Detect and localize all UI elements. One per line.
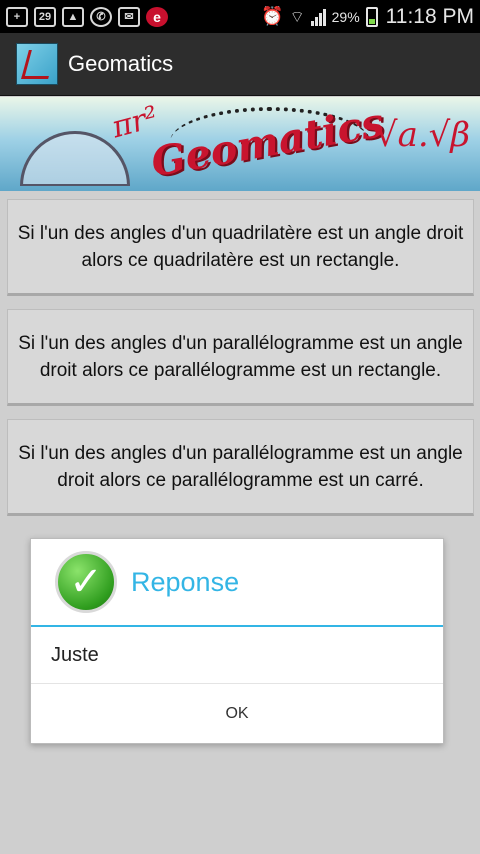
calendar-count: 29 bbox=[38, 10, 52, 23]
system-icons: ⏰ ⌔ 29% 11:18 PM bbox=[261, 5, 474, 29]
header-banner: πr² Geomatics √a.√β bbox=[0, 97, 480, 191]
answer-text: Si l'un des angles d'un parallélogramme … bbox=[18, 442, 463, 491]
battery-percent: 29% bbox=[331, 8, 360, 25]
alarm-icon: ⏰ bbox=[261, 6, 284, 27]
protractor-icon bbox=[20, 131, 130, 186]
answer-button-3[interactable]: Si l'un des angles d'un parallélogramme … bbox=[7, 419, 474, 516]
calendar-icon: 29 bbox=[34, 6, 56, 27]
e-app-icon: e bbox=[146, 6, 168, 27]
wifi-icon: ⌔ bbox=[289, 6, 305, 26]
status-bar: + 29 ▲ ✆ ✉ e ⏰ ⌔ 29% 11:18 PM bbox=[0, 0, 480, 33]
dialog-message: Juste bbox=[31, 627, 443, 684]
action-bar: Geomatics bbox=[0, 33, 480, 96]
image-icon: ▲ bbox=[62, 6, 84, 27]
notification-icons: + 29 ▲ ✆ ✉ e bbox=[6, 6, 168, 27]
app-logo-icon[interactable] bbox=[16, 43, 58, 85]
banner-formula-right: √a.√β bbox=[375, 115, 470, 155]
dialog-title: Reponse bbox=[131, 566, 240, 597]
plus-icon: + bbox=[6, 6, 28, 27]
ok-button[interactable]: OK bbox=[31, 684, 443, 743]
app-title: Geomatics bbox=[68, 51, 174, 76]
answer-button-1[interactable]: Si l'un des angles d'un quadrilatère est… bbox=[7, 199, 474, 296]
answer-button-2[interactable]: Si l'un des angles d'un parallélogramme … bbox=[7, 309, 474, 406]
battery-icon bbox=[365, 6, 378, 27]
response-dialog: ✓ Reponse Juste OK bbox=[30, 538, 444, 744]
mail-icon: ✉ bbox=[118, 6, 140, 27]
checkmark-icon: ✓ bbox=[55, 551, 117, 613]
clock: 11:18 PM bbox=[385, 4, 474, 28]
dialog-header: ✓ Reponse bbox=[31, 539, 443, 627]
whatsapp-icon: ✆ bbox=[90, 6, 112, 27]
answer-text: Si l'un des angles d'un quadrilatère est… bbox=[17, 222, 464, 271]
signal-icon bbox=[310, 8, 326, 26]
answer-text: Si l'un des angles d'un parallélogramme … bbox=[18, 332, 463, 381]
